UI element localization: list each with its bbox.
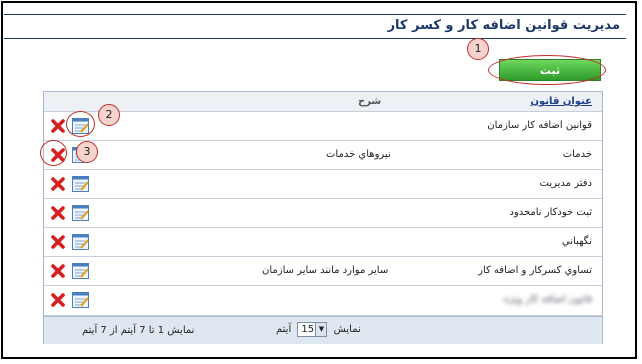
page-size-control: آيتم 15 ▼ نمايش xyxy=(276,322,361,338)
callout-2-badge: 2 xyxy=(98,104,120,126)
table-header: عنوان قانون شرح xyxy=(44,92,602,112)
column-header-description: شرح xyxy=(358,96,382,107)
page-header: مديريت قوانين اضافه كار و كسر كار xyxy=(4,14,626,39)
edit-form-icon[interactable] xyxy=(72,176,90,192)
row-name: خدمات xyxy=(562,149,592,160)
edit-form-icon[interactable] xyxy=(72,263,90,279)
callout-3-badge: 3 xyxy=(76,141,98,163)
callout-3-ring xyxy=(40,140,67,166)
row-name: نگهباني xyxy=(561,236,592,247)
edit-form-icon[interactable] xyxy=(72,234,90,250)
delete-x-icon[interactable] xyxy=(50,234,66,250)
table-row: قانون اضافه كار ويژه xyxy=(44,286,602,316)
chevron-down-icon[interactable]: ▼ xyxy=(315,323,327,336)
column-header-name[interactable]: عنوان قانون xyxy=(531,96,593,107)
row-name: قوانين اضافه كار سازمان xyxy=(487,120,592,131)
row-description: ساير موارد مانند ساير سازمان xyxy=(262,265,389,276)
table-pager: نمايش 1 تا 7 آيتم از 7 آيتم آيتم 15 ▼ نم… xyxy=(44,316,602,344)
row-name: ثبت خودكار نامحدود xyxy=(509,207,592,218)
page-size-value: 15 xyxy=(301,324,315,335)
pager-show-label: نمايش xyxy=(333,324,361,335)
table-row: دفتر مديريت xyxy=(44,170,602,199)
delete-x-icon[interactable] xyxy=(50,263,66,279)
callout-1-badge: 1 xyxy=(467,38,489,60)
edit-form-icon[interactable] xyxy=(72,205,90,221)
row-name: دفتر مديريت xyxy=(539,178,592,189)
edit-form-icon[interactable] xyxy=(72,292,90,308)
rules-table: عنوان قانون شرح قوانين اضافه كار سازمان … xyxy=(43,91,603,344)
table-row: نگهباني xyxy=(44,228,602,257)
page-size-select[interactable]: 15 ▼ xyxy=(297,322,328,337)
delete-x-icon[interactable] xyxy=(50,205,66,221)
row-name: تساوي كسركار و اضافه كار xyxy=(478,265,592,276)
table-row: قوانين اضافه كار سازمان xyxy=(44,112,602,141)
pager-items-label: آيتم xyxy=(276,324,292,335)
table-row: ساير موارد مانند ساير سازمان تساوي كسركا… xyxy=(44,257,602,286)
delete-x-icon[interactable] xyxy=(50,176,66,192)
pager-summary: نمايش 1 تا 7 آيتم از 7 آيتم xyxy=(82,325,195,336)
callout-2-ring xyxy=(66,111,95,137)
row-name: قانون اضافه كار ويژه xyxy=(503,294,592,305)
delete-x-icon[interactable] xyxy=(50,118,66,134)
table-row: ثبت خودكار نامحدود xyxy=(44,199,602,228)
row-description: نيروهاي خدمات xyxy=(326,149,391,160)
callout-1-ring xyxy=(488,55,606,85)
delete-x-icon[interactable] xyxy=(50,292,66,308)
page-title: مديريت قوانين اضافه كار و كسر كار xyxy=(387,18,620,33)
table-row: نيروهاي خدمات خدمات xyxy=(44,141,602,170)
